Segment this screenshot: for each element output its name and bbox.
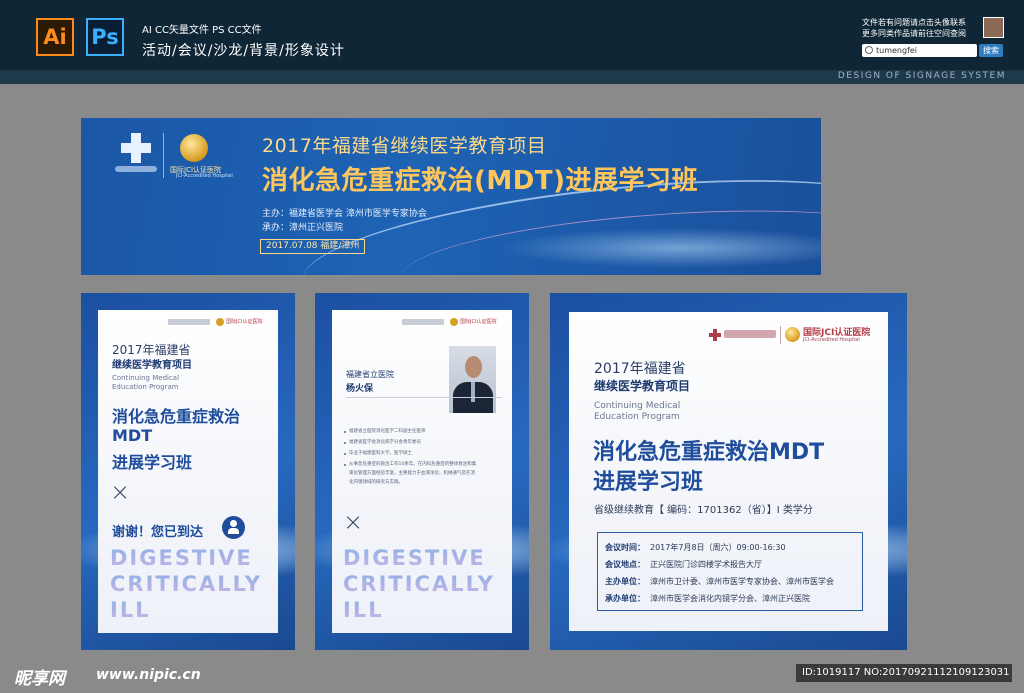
more-works-note: 更多同类作品请前往空间查阅 <box>862 29 966 38</box>
speaker-photo <box>449 346 496 413</box>
author-avatar[interactable] <box>983 17 1004 38</box>
bullet-icon <box>344 464 346 466</box>
poster-en-line2: Education Program <box>112 383 179 391</box>
poster-title-line3: 进展学习班 <box>112 453 193 472</box>
jci-name: 国际JCI认证医院 <box>226 319 263 325</box>
file-formats-text: AI CC矢量文件 PS CC文件 <box>142 25 262 36</box>
speaker-bio-1: 福建省立医院消化医学二科副主任医师 <box>349 429 426 434</box>
poster-title-line2: MDT <box>112 426 153 445</box>
hospital-logo-blurred <box>402 319 444 325</box>
speaker-head <box>465 356 482 378</box>
poster-title-line1: 消化急危重症救治MDT <box>593 440 825 465</box>
jci-seal-icon <box>785 327 800 342</box>
poster-en-big-3: ILL <box>343 598 384 622</box>
banner-organizer: 承办：漳州正兴医院 <box>262 223 344 233</box>
speaker-bio-6: 化内镜领域的研究与实践。 <box>349 480 403 485</box>
x-mark-icon: × <box>110 478 131 506</box>
bullet-icon <box>344 431 346 433</box>
speaker-name: 杨火保 <box>346 384 374 394</box>
poster-en-line2: Education Program <box>594 412 680 422</box>
hospital-cross-icon <box>121 133 151 163</box>
speaker-bio-3: 毕业于福建医科大学，医学硕士 <box>349 451 412 456</box>
info-label-place: 会议地点： <box>605 560 645 569</box>
jci-name: 国际JCI认证医院 <box>460 319 497 325</box>
speaker-tie <box>471 382 475 402</box>
jci-seal-icon <box>180 134 208 162</box>
bullet-icon <box>344 442 346 444</box>
bullet-icon <box>344 453 346 455</box>
info-value-organizer: 漳州市医学会消化内镜学分会、漳州正兴医院 <box>650 594 810 603</box>
banner-date-location: 2017.07.08 福建/漳州 <box>260 239 366 254</box>
poster-en-line1: Continuing Medical <box>594 401 681 411</box>
strip-caption: DESIGN OF SIGNAGE SYSTEM <box>837 71 1006 81</box>
watermark-url[interactable]: www.nipic.cn <box>96 667 201 683</box>
illustrator-icon: Ai <box>36 18 74 56</box>
speaker-bio-5: 束化管理方面经验丰富，主要能力于血液净化、机械通气及在消 <box>349 471 475 476</box>
poster-category: 继续医学教育项目 <box>112 360 192 371</box>
poster-year: 2017年福建省 <box>594 361 686 377</box>
banner-glow <box>501 228 821 268</box>
poster-en-big-2: CRITICALLY <box>110 572 262 596</box>
jci-subtitle: JCI-Accredited Hospital <box>803 337 860 343</box>
poster-en-line1: Continuing Medical <box>112 374 180 382</box>
logo-divider <box>163 133 164 178</box>
jci-seal-icon <box>450 318 458 326</box>
hospital-logo-blurred <box>168 319 210 325</box>
search-input[interactable]: tumengfei <box>862 44 977 57</box>
banner-subtitle: 2017年福建省继续医学教育项目 <box>262 135 547 157</box>
hospital-logo-blurred <box>724 330 776 338</box>
photoshop-icon: Ps <box>86 18 124 56</box>
header-strip: DESIGN OF SIGNAGE SYSTEM <box>0 70 1024 84</box>
welcome-text: 谢谢！您已到达 <box>112 525 204 540</box>
info-value-place: 正兴医院门诊四楼学术报告大厅 <box>650 560 762 569</box>
hospital-logo-text-blurred <box>115 166 157 172</box>
info-value-time: 2017年7月8日（周六）09:00-16:30 <box>650 543 786 552</box>
hospital-cross-icon <box>709 329 721 341</box>
poster-en-big-1: DIGESTIVE <box>110 546 253 570</box>
search-button[interactable]: 搜索 <box>979 44 1003 57</box>
jci-subtitle: JCI-Accredited Hospital <box>176 173 233 179</box>
info-label-organizer: 承办单位： <box>605 594 645 603</box>
poster-en-big-1: DIGESTIVE <box>343 546 486 570</box>
poster-en-big-3: ILL <box>110 598 151 622</box>
info-label-host: 主办单位： <box>605 577 645 586</box>
poster-category: 继续医学教育项目 <box>594 379 691 393</box>
speaker-bio-4: 从事急危重症的救治工作10余年。在内科危重症的整体救治和集 <box>349 462 477 467</box>
banner-host: 主办：福建省医学会 漳州市医学专家协会 <box>262 209 427 219</box>
info-label-time: 会议时间： <box>605 543 645 552</box>
speaker-bio-2: 福建省医学会消化病学分会青年委员 <box>349 440 421 445</box>
logo-divider <box>780 326 781 344</box>
jci-seal-icon <box>216 318 224 326</box>
person-icon <box>222 516 245 539</box>
design-categories-text: 活动/会议/沙龙/背景/形象设计 <box>142 43 345 59</box>
contact-note: 文件若有问题请点击头像联系 <box>862 18 966 27</box>
poster-en-big-2: CRITICALLY <box>343 572 495 596</box>
x-mark-icon: × <box>343 508 364 536</box>
credit-code: 省级继续教育【 编码：1701362（省）】I 类学分 <box>594 505 813 516</box>
banner-title: 消化急危重症救治(MDT)进展学习班 <box>262 166 698 196</box>
speaker-divider <box>346 397 502 398</box>
poster-title-line2: 进展学习班 <box>593 470 704 495</box>
poster-title-line1: 消化急危重症救治 <box>112 407 241 426</box>
search-icon <box>865 46 873 54</box>
image-id-label: ID:1019117 NO:20170921112109123031 <box>796 664 1012 682</box>
speaker-hospital: 福建省立医院 <box>346 370 394 379</box>
watermark-brand: 昵享网 <box>14 669 65 689</box>
info-value-host: 漳州市卫计委、漳州市医学专家协会、漳州市医学会 <box>650 577 834 586</box>
